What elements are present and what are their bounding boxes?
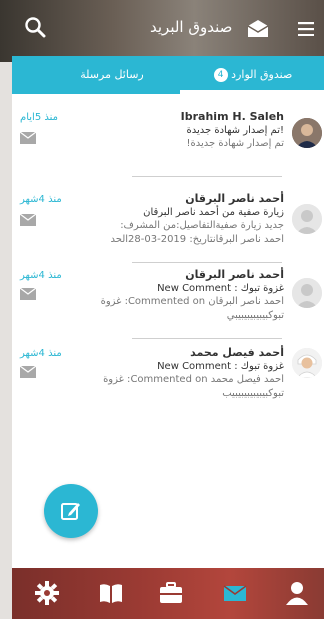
background-left-edge [0, 40, 12, 619]
avatar-placeholder-icon [292, 278, 322, 308]
avatar-placeholder-icon [292, 204, 322, 234]
message-preview: جديد زيارة صفيةالتفاصيل:من المشرف: [120, 220, 284, 231]
message-sender: أحمد ناصر البرقان [185, 192, 284, 205]
avatar [292, 348, 322, 378]
message-preview: أحمد فيصل محمد Commented on: غزوة [103, 374, 284, 385]
avatar-photo-icon [292, 118, 322, 148]
page-title: صندوق البريد [150, 18, 233, 36]
avatar [292, 278, 322, 308]
avatar [292, 118, 322, 148]
avatar-cartoon-icon [292, 348, 322, 378]
message-subject: غزوة تبوك : New Comment [157, 283, 284, 294]
tab-inbox[interactable]: 4 صندوق الوارد [180, 56, 322, 94]
search-icon[interactable] [24, 16, 46, 38]
message-subject: !تم إصدار شهادة جديدة [186, 125, 284, 136]
message-sender: أحمد فيصل محمد [190, 346, 284, 359]
message-row[interactable]: منذ 4شهر أحمد ناصر البرقان غزوة تبوك : N… [12, 268, 324, 339]
message-preview-line2: تبوكبيبيبيبيبيبيب [222, 388, 284, 399]
mail-icon[interactable] [222, 580, 248, 606]
message-row[interactable]: منذ 4شهر أحمد فيصل محمد غزوة تبوك : New … [12, 346, 324, 416]
message-preview-line2: أحمد ناصر البرقانتاريخ: 2019-03-28الحد [110, 234, 284, 245]
book-icon[interactable] [98, 580, 124, 606]
mail-icon [20, 214, 36, 226]
message-subject: غزوة تبوك : New Comment [157, 361, 284, 372]
message-row[interactable]: منذ 5ايام Ibrahim H. Saleh !تم إصدار شها… [12, 110, 324, 180]
bottom-nav [12, 568, 324, 619]
mail-icon [20, 288, 36, 300]
inbox-count-badge: 4 [213, 68, 228, 82]
message-content: أحمد ناصر البرقان زيارة صفية من أحمد ناص… [52, 192, 284, 246]
tab-sent[interactable]: رسائل مرسلة [56, 56, 168, 94]
message-content: أحمد ناصر البرقان غزوة تبوك : New Commen… [52, 268, 284, 322]
message-content: Ibrahim H. Saleh !تم إصدار شهادة جديدة ت… [52, 110, 284, 150]
row-divider [132, 176, 282, 177]
message-content: أحمد فيصل محمد غزوة تبوك : New Comment أ… [52, 346, 284, 400]
briefcase-icon[interactable] [158, 580, 184, 606]
message-preview-line2: تبوكبيبيبيبيبيبي [226, 310, 284, 321]
row-divider [132, 338, 282, 339]
tab-inbox-label: صندوق الوارد [231, 68, 293, 81]
message-row[interactable]: منذ 4شهر أحمد ناصر البرقان زيارة صفية من… [12, 192, 324, 263]
tab-sent-label: رسائل مرسلة [80, 68, 144, 81]
tab-bar: رسائل مرسلة 4 صندوق الوارد [12, 56, 324, 94]
row-divider [132, 262, 282, 263]
mail-icon [20, 366, 36, 378]
message-subject: زيارة صفية من أحمد ناصر البرقان [143, 207, 284, 218]
envelope-open-icon [247, 20, 269, 37]
compose-icon [61, 503, 80, 520]
compose-button[interactable] [44, 484, 98, 538]
message-preview: تم إصدار شهادة جديدة! [186, 138, 284, 149]
mail-icon [20, 132, 36, 144]
user-icon[interactable] [284, 580, 310, 606]
avatar [292, 204, 322, 234]
gear-icon[interactable] [34, 580, 60, 606]
top-bar: صندوق البريد [0, 0, 324, 62]
message-preview: أحمد ناصر البرقان Commented on: غزوة [100, 296, 284, 307]
hamburger-icon[interactable] [298, 22, 314, 36]
message-sender: Ibrahim H. Saleh [180, 110, 284, 123]
message-sender: أحمد ناصر البرقان [185, 268, 284, 281]
